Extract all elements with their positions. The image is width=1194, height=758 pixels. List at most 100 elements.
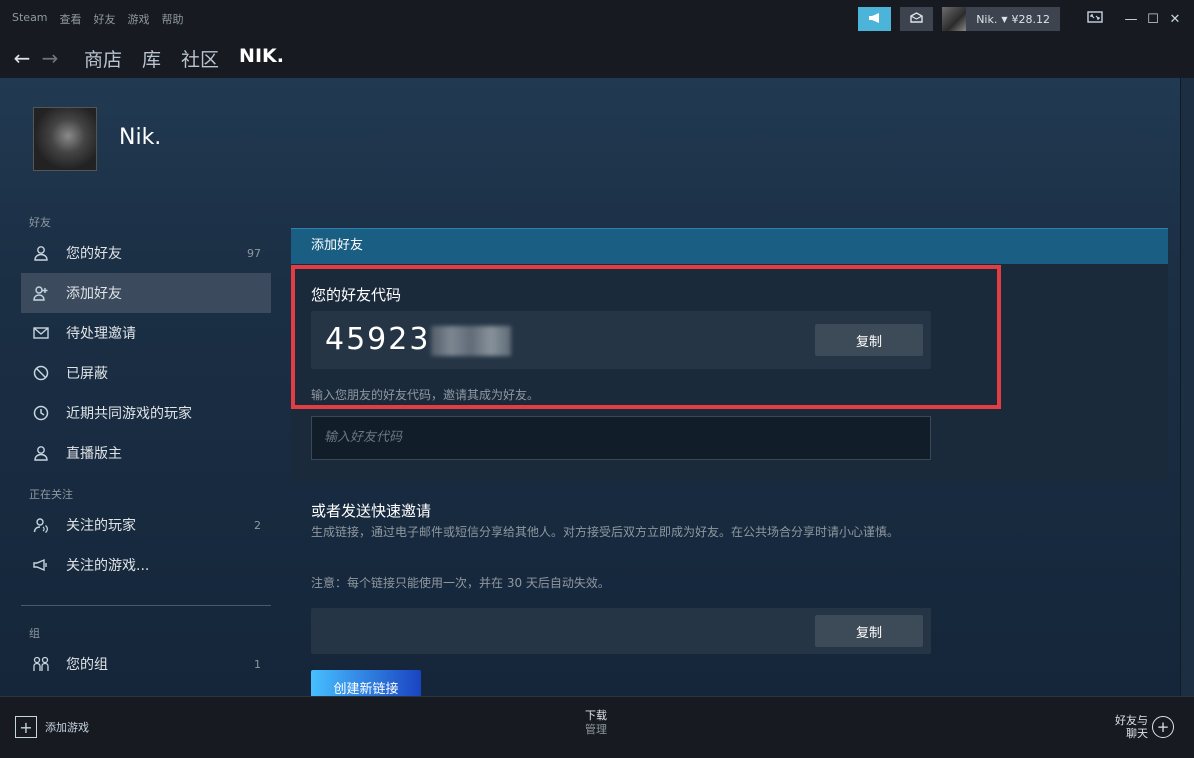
group-count: 1 bbox=[254, 657, 261, 671]
add-friend-panel: 添加好友 您的好友代码 45923 复制 输入您朋友的好友代码，邀请其成为好友。… bbox=[291, 228, 1168, 696]
sidebar-item-label: 待处理邀请 bbox=[66, 326, 136, 342]
profile-header: Nik. bbox=[33, 107, 161, 171]
arrow-right-icon: → bbox=[41, 46, 59, 70]
section-label-following: 正在关注 bbox=[29, 488, 73, 501]
bottom-bar: + 添加游戏 下载 管理 好友与 聊天 + bbox=[0, 696, 1194, 758]
sidebar-item-label: 已屏蔽 bbox=[66, 366, 108, 382]
downloads-button[interactable]: 下载 管理 bbox=[585, 709, 607, 737]
plus-icon: + bbox=[15, 716, 37, 738]
friends-chat-label: 好友与 聊天 bbox=[1112, 714, 1148, 740]
avatar bbox=[942, 7, 967, 31]
friend-code-card: 您的好友代码 45923 复制 输入您朋友的好友代码，邀请其成为好友。 输入好友… bbox=[291, 264, 1168, 482]
quick-invite-card: 或者发送快速邀请 生成链接，通过电子邮件或短信分享给其他人。对方接受后双方立即成… bbox=[291, 482, 1168, 696]
sidebar-item-label: 近期共同游戏的玩家 bbox=[66, 406, 192, 422]
sidebar-item-broadcast-moderators[interactable]: 直播版主 bbox=[21, 433, 271, 473]
plus-circle-icon: + bbox=[1152, 716, 1174, 738]
menu-view[interactable]: 查看 bbox=[60, 11, 82, 27]
wallet-balance: ¥28.12 bbox=[1011, 12, 1051, 26]
manage-label: 管理 bbox=[585, 723, 607, 736]
quick-invite-note: 注意：每个链接只能使用一次，并在 30 天后自动失效。 bbox=[311, 576, 610, 590]
create-new-link-button[interactable]: 创建新链接 bbox=[311, 670, 421, 696]
maximize-button[interactable]: ☐ bbox=[1142, 7, 1164, 31]
friends-chat-button[interactable]: 好友与 聊天 + bbox=[1112, 714, 1174, 740]
minimize-button[interactable]: — bbox=[1120, 7, 1142, 31]
redacted-code-blur bbox=[431, 326, 511, 356]
tab-profile[interactable]: NIK. bbox=[239, 45, 284, 72]
sidebar-item-label: 您的组 bbox=[66, 657, 108, 673]
friends-chat-line2: 聊天 bbox=[1126, 727, 1148, 740]
navigation-bar: ← → 商店 库 社区 NIK. bbox=[0, 38, 1194, 78]
announcement-button[interactable] bbox=[858, 7, 892, 31]
friends-chat-line1: 好友与 bbox=[1115, 714, 1148, 727]
sidebar-item-label: 关注的玩家 bbox=[66, 518, 136, 534]
notifications-button[interactable] bbox=[900, 7, 934, 31]
invite-link-box: 复制 bbox=[311, 608, 931, 654]
friend-code-input[interactable]: 输入好友代码 bbox=[311, 416, 931, 460]
profile-avatar[interactable] bbox=[33, 107, 97, 171]
fullscreen-icon bbox=[1087, 11, 1103, 27]
sidebar-item-your-friends[interactable]: 您的好友 97 bbox=[21, 233, 271, 273]
minimize-icon: — bbox=[1124, 11, 1138, 27]
megaphone-icon bbox=[31, 555, 51, 575]
sidebar-item-label: 您的好友 bbox=[66, 246, 122, 262]
add-person-icon bbox=[31, 283, 51, 303]
friend-code-title: 您的好友代码 bbox=[311, 286, 402, 304]
quick-invite-title: 或者发送快速邀请 bbox=[311, 502, 432, 520]
friend-code-box: 45923 复制 bbox=[311, 311, 931, 369]
back-button[interactable]: ← bbox=[10, 46, 34, 70]
close-button[interactable]: ✕ bbox=[1164, 7, 1186, 31]
section-label-friends: 好友 bbox=[29, 216, 51, 229]
copy-link-button[interactable]: 复制 bbox=[815, 615, 923, 647]
sidebar-item-add-friend[interactable]: 添加好友 bbox=[21, 273, 271, 313]
followed-person-icon bbox=[31, 515, 51, 535]
menu-friends[interactable]: 好友 bbox=[94, 11, 116, 27]
arrow-left-icon: ← bbox=[13, 46, 31, 70]
sidebar-item-label: 关注的游戏... bbox=[66, 558, 150, 574]
main-tabs: 商店 库 社区 NIK. bbox=[84, 45, 284, 72]
account-name: Nik. bbox=[976, 12, 998, 26]
close-icon: ✕ bbox=[1169, 11, 1181, 27]
friend-code-value[interactable]: 45923 bbox=[325, 322, 430, 357]
add-game-button[interactable]: + 添加游戏 bbox=[15, 716, 89, 738]
section-label-groups: 组 bbox=[29, 627, 40, 640]
forward-button[interactable]: → bbox=[38, 46, 62, 70]
menu-help[interactable]: 帮助 bbox=[162, 11, 184, 27]
title-bar-controls: Nik. ▼ ¥28.12 — ☐ ✕ bbox=[858, 0, 1194, 38]
megaphone-icon bbox=[868, 12, 882, 27]
friend-code-hint: 输入您朋友的好友代码，邀请其成为好友。 bbox=[311, 388, 540, 402]
sidebar-item-recent-players[interactable]: 近期共同游戏的玩家 bbox=[21, 393, 271, 433]
group-icon bbox=[31, 654, 51, 674]
menu-games[interactable]: 游戏 bbox=[128, 11, 150, 27]
blocked-icon bbox=[31, 363, 51, 383]
sidebar-item-followed-players[interactable]: 关注的玩家 2 bbox=[21, 505, 271, 545]
sidebar-item-label: 添加好友 bbox=[66, 286, 122, 302]
person-icon bbox=[31, 243, 51, 263]
chevron-down-icon: ▼ bbox=[1001, 14, 1008, 24]
tab-library[interactable]: 库 bbox=[142, 45, 161, 72]
main-area: Nik. 好友 您的好友 97 添加好友 待处理邀请 已屏蔽 近期共同游戏的玩家… bbox=[0, 78, 1194, 696]
profile-name: Nik. bbox=[119, 124, 162, 150]
tab-store[interactable]: 商店 bbox=[84, 45, 122, 72]
account-menu[interactable]: Nik. ▼ ¥28.12 bbox=[942, 7, 1060, 31]
sidebar-item-your-groups[interactable]: 您的组 1 bbox=[21, 644, 271, 684]
maximize-icon: ☐ bbox=[1147, 11, 1159, 27]
sidebar-item-followed-games[interactable]: 关注的游戏... bbox=[21, 545, 271, 585]
sidebar-divider bbox=[21, 605, 271, 606]
copy-code-button[interactable]: 复制 bbox=[815, 324, 923, 356]
person-icon bbox=[31, 443, 51, 463]
envelope-icon bbox=[31, 323, 51, 343]
scrollbar[interactable] bbox=[1180, 78, 1194, 696]
menu-bar: Steam 查看 好友 游戏 帮助 bbox=[0, 11, 184, 27]
sidebar-item-pending-invites[interactable]: 待处理邀请 bbox=[21, 313, 271, 353]
followed-count: 2 bbox=[254, 518, 261, 532]
sidebar-item-label: 直播版主 bbox=[66, 446, 122, 462]
sidebar-item-blocked[interactable]: 已屏蔽 bbox=[21, 353, 271, 393]
download-label: 下载 bbox=[585, 709, 607, 722]
quick-invite-description: 生成链接，通过电子邮件或短信分享给其他人。对方接受后双方立即成为好友。在公共场合… bbox=[311, 525, 900, 539]
panel-header: 添加好友 bbox=[291, 228, 1168, 264]
big-picture-button[interactable] bbox=[1080, 7, 1110, 31]
envelope-icon bbox=[910, 12, 923, 26]
clock-icon bbox=[31, 403, 51, 423]
menu-steam[interactable]: Steam bbox=[12, 11, 48, 27]
tab-community[interactable]: 社区 bbox=[181, 45, 219, 72]
